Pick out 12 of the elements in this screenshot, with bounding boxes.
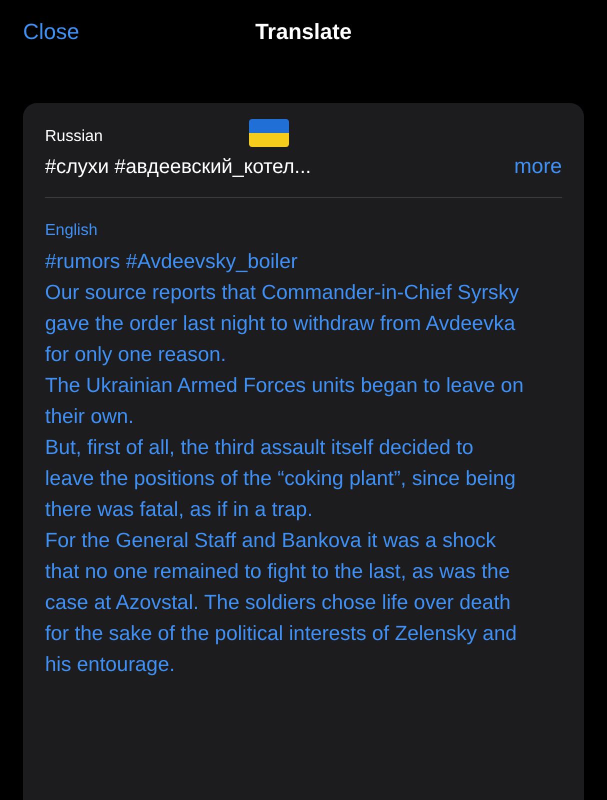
more-link[interactable]: more (514, 155, 562, 179)
source-language: Russian (45, 128, 104, 146)
source-text: #слухи #авдеевский_котел... (45, 156, 312, 178)
close-button[interactable]: Close (23, 16, 80, 48)
translated-paragraph: For the General Staff and Bankova it was a shock that no one remained to fight to the last, as was the case at Azovstal. The soldiers chose life over death for the sake of the political interests of Zelensky and his entourage. (45, 528, 518, 678)
translated-paragraph: The Ukrainian Armed Forces units began to leave on their own. (45, 373, 525, 430)
flag-icon (249, 119, 289, 147)
translated-paragraph: #rumors #Avdeevsky_boiler (45, 249, 299, 275)
translated-paragraph: But, first of all, the third assault itself decided to leave the positions of the “coking plant”, since being there was fatal, as if in a trap. (45, 435, 517, 523)
translated-paragraph: Our source reports that Commander-in-Chief Syrsky gave the order last night to withdraw from Avdeevka for only one reason. (45, 280, 520, 368)
screen-title: Translate (255, 19, 352, 45)
target-language: English (45, 222, 98, 240)
